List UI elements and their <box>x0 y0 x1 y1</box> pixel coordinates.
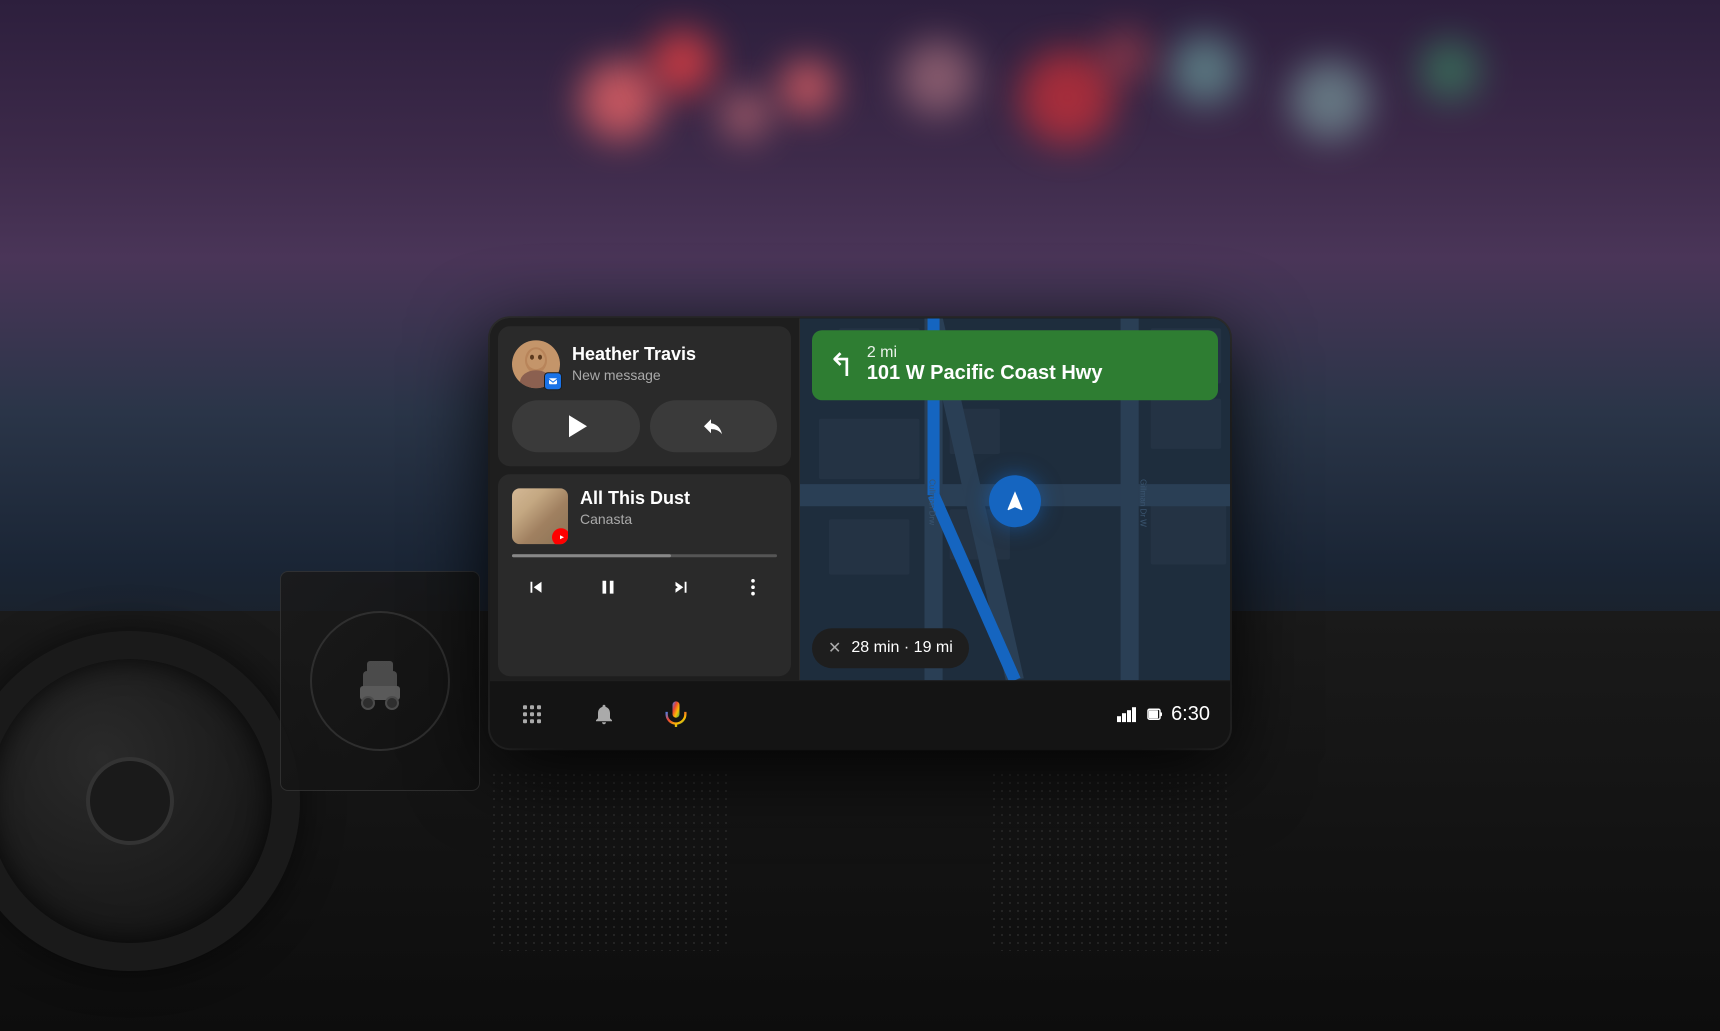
reply-icon <box>701 414 725 438</box>
instrument-cluster <box>280 571 480 791</box>
youtube-icon <box>556 533 566 541</box>
more-options-button[interactable] <box>733 567 773 607</box>
nav-info: 2 mi 101 W Pacific Coast Hwy <box>867 344 1103 385</box>
speaker-grille-right <box>990 771 1230 951</box>
car-icon <box>355 646 405 716</box>
avatar-container <box>512 340 560 388</box>
apps-grid-icon <box>520 702 544 726</box>
more-icon <box>742 576 764 598</box>
map-panel[interactable]: Cullman Drw Gillman Dr W ↰ 2 mi 101 W Pa… <box>800 318 1230 680</box>
voice-button[interactable] <box>654 692 698 736</box>
music-controls <box>512 567 777 607</box>
android-auto-screen: Heather Travis New message <box>490 318 1230 748</box>
bokeh-5 <box>1020 50 1115 145</box>
skip-back-icon <box>525 576 547 598</box>
signal-icon <box>1117 706 1139 722</box>
eta-banner: ✕ 28 min · 19 mi <box>812 628 969 668</box>
skip-back-button[interactable] <box>516 567 556 607</box>
message-subtitle: New message <box>572 367 777 383</box>
music-info: All This Dust Canasta <box>580 488 777 528</box>
nav-street: 101 W Pacific Coast Hwy <box>867 362 1103 385</box>
eta-time: 28 min · 19 mi <box>851 639 952 657</box>
play-message-button[interactable] <box>512 400 640 452</box>
cluster-display <box>310 611 450 751</box>
bokeh-4 <box>900 40 975 115</box>
location-dot <box>989 476 1041 528</box>
location-marker <box>989 476 1041 528</box>
apps-button[interactable] <box>510 692 554 736</box>
steering-wheel <box>0 631 300 971</box>
svg-text:Cullman Drw: Cullman Drw <box>928 479 937 525</box>
message-actions <box>512 400 777 452</box>
notifications-button[interactable] <box>582 692 626 736</box>
progress-bar[interactable] <box>512 554 777 557</box>
message-badge <box>544 372 562 390</box>
bokeh-8 <box>1420 40 1480 100</box>
nav-banner: ↰ 2 mi 101 W Pacific Coast Hwy <box>812 330 1218 400</box>
eta-dist-value: 19 mi <box>914 639 953 656</box>
progress-fill <box>512 554 671 557</box>
bokeh-10 <box>1100 30 1150 80</box>
album-art <box>512 488 568 544</box>
message-info: Heather Travis New message <box>572 344 777 384</box>
turn-arrow-icon: ↰ <box>828 346 855 384</box>
svg-text:Gillman Dr W: Gillman Dr W <box>1139 479 1148 527</box>
bell-icon <box>592 702 616 726</box>
battery-icon <box>1147 706 1163 722</box>
nav-icons <box>510 692 1117 736</box>
eta-close-icon[interactable]: ✕ <box>828 638 841 658</box>
message-sender: Heather Travis <box>572 344 777 366</box>
bokeh-6 <box>1170 35 1240 105</box>
navigation-arrow-icon <box>1003 490 1027 514</box>
bokeh-7 <box>1290 60 1370 140</box>
bokeh-2 <box>650 30 715 95</box>
eta-separator: · <box>904 639 914 656</box>
youtube-badge <box>552 528 568 544</box>
bokeh-3 <box>780 60 835 115</box>
song-title: All This Dust <box>580 488 777 510</box>
skip-forward-icon <box>670 576 692 598</box>
messages-icon-small <box>548 376 558 386</box>
music-card[interactable]: All This Dust Canasta <box>498 474 791 676</box>
reply-message-button[interactable] <box>650 400 778 452</box>
message-card[interactable]: Heather Travis New message <box>498 326 791 466</box>
bottom-bar: 6:30 <box>490 680 1230 748</box>
eta-time-value: 28 min <box>851 639 899 656</box>
microphone-icon <box>662 700 690 728</box>
message-header: Heather Travis New message <box>512 340 777 388</box>
play-icon <box>569 415 587 437</box>
artist-name: Canasta <box>580 511 777 527</box>
speaker-grille-left <box>490 771 730 951</box>
screen-content: Heather Travis New message <box>490 318 1230 680</box>
pause-button[interactable] <box>588 567 628 607</box>
time-display: 6:30 <box>1171 703 1210 726</box>
bokeh-9 <box>720 90 770 140</box>
status-area: 6:30 <box>1117 703 1210 726</box>
nav-distance: 2 mi <box>867 344 1103 362</box>
left-panel: Heather Travis New message <box>490 318 800 680</box>
bokeh-1 <box>580 60 660 140</box>
pause-icon <box>597 576 619 598</box>
skip-forward-button[interactable] <box>661 567 701 607</box>
music-header: All This Dust Canasta <box>512 488 777 544</box>
